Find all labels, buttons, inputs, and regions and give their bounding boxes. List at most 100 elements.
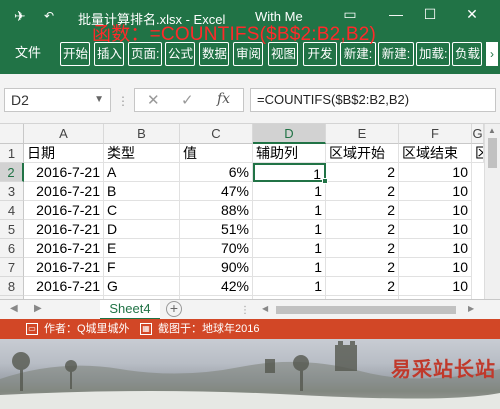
table-cell[interactable]: D xyxy=(104,220,180,239)
maximize-icon[interactable]: ☐ xyxy=(420,6,440,23)
table-cell[interactable]: 2 xyxy=(326,239,399,258)
split-handle-icon[interactable]: ⋮ xyxy=(240,305,250,316)
row-header[interactable]: 2 xyxy=(0,163,24,182)
table-cell[interactable]: 2 xyxy=(326,220,399,239)
table-cell[interactable]: 10 xyxy=(399,182,472,201)
vertical-scrollbar[interactable]: ▲ xyxy=(484,124,500,299)
formula-buttons: ✕ ✓ fx xyxy=(134,88,244,112)
minimize-icon[interactable]: — xyxy=(386,6,406,22)
table-cell[interactable]: 2 xyxy=(326,201,399,220)
separator-icon[interactable]: ⋮ xyxy=(117,94,129,108)
table-cell[interactable]: 2016-7-21 xyxy=(24,220,104,239)
cancel-icon[interactable]: ✕ xyxy=(147,91,160,109)
table-cell[interactable]: 1 xyxy=(253,220,326,239)
table-cell[interactable]: 10 xyxy=(399,277,472,296)
horizontal-scroll-thumb[interactable] xyxy=(276,306,456,314)
column-header[interactable]: G xyxy=(472,124,484,144)
table-cell[interactable]: 辅助列 xyxy=(253,144,326,163)
scroll-left-icon[interactable]: ◀ xyxy=(262,304,268,313)
table-cell[interactable]: 2 xyxy=(326,163,399,182)
table-cell[interactable]: 10 xyxy=(399,239,472,258)
tab-load[interactable]: 负载: xyxy=(452,42,482,66)
row-header[interactable]: 8 xyxy=(0,277,24,296)
table-cell[interactable]: F xyxy=(104,258,180,277)
close-icon[interactable]: ✕ xyxy=(462,6,482,23)
scroll-thumb[interactable] xyxy=(488,138,497,168)
formula-input[interactable]: =COUNTIFS($B$2:B2,B2) xyxy=(250,88,496,112)
row-header[interactable]: 1 xyxy=(0,144,24,163)
table-cell[interactable]: 1 xyxy=(253,239,326,258)
capture-label: 截图于：地球年2016 xyxy=(158,323,260,335)
table-cell[interactable]: 区域结束 xyxy=(399,144,472,163)
table-cell[interactable]: 2016-7-21 xyxy=(24,201,104,220)
row-header[interactable]: 3 xyxy=(0,182,24,201)
formula-bar-area: D2 ▼ ⋮ ✕ ✓ fx =COUNTIFS($B$2:B2,B2) xyxy=(0,74,500,124)
row-header[interactable]: 4 xyxy=(0,201,24,220)
scroll-up-icon[interactable]: ▲ xyxy=(488,126,496,135)
scroll-right-icon[interactable]: ▶ xyxy=(468,304,474,313)
column-header-selected[interactable]: D xyxy=(253,124,326,144)
table-cell[interactable]: G xyxy=(104,277,180,296)
select-all-corner[interactable] xyxy=(0,124,24,144)
table-cell[interactable]: B xyxy=(104,182,180,201)
enter-icon[interactable]: ✓ xyxy=(181,91,194,109)
row-header[interactable]: 6 xyxy=(0,239,24,258)
table-cell[interactable]: C xyxy=(104,201,180,220)
tab-new-2[interactable]: 新建: xyxy=(378,42,414,66)
formula-annotation: 函数：=COUNTIFS($B$2:B2,B2) xyxy=(92,24,377,45)
table-cell[interactable]: A xyxy=(104,163,180,182)
column-header[interactable]: F xyxy=(399,124,472,144)
chevron-right-icon[interactable]: › xyxy=(486,42,498,66)
column-header[interactable]: B xyxy=(104,124,180,144)
table-cell[interactable]: 2 xyxy=(326,258,399,277)
table-cell[interactable]: 51% xyxy=(180,220,253,239)
fill-handle[interactable] xyxy=(322,178,328,184)
table-cell[interactable]: 6% xyxy=(180,163,253,182)
table-cell[interactable]: 2016-7-21 xyxy=(24,258,104,277)
table-cell[interactable]: E xyxy=(104,239,180,258)
quick-access-icon[interactable]: ✈ xyxy=(14,8,26,25)
table-cell[interactable]: 47% xyxy=(180,182,253,201)
row-header[interactable]: 5 xyxy=(0,220,24,239)
table-cell[interactable]: 2016-7-21 xyxy=(24,277,104,296)
add-sheet-button[interactable]: + xyxy=(166,301,182,317)
table-cell[interactable]: 1 xyxy=(253,258,326,277)
table-cell[interactable]: 42% xyxy=(180,277,253,296)
table-cell[interactable]: 日期 xyxy=(24,144,104,163)
table-cell[interactable]: 10 xyxy=(399,258,472,277)
table-cell[interactable]: 1 xyxy=(253,182,326,201)
table-cell[interactable]: 10 xyxy=(399,201,472,220)
tab-home[interactable]: 开始 xyxy=(60,42,90,66)
table-cell[interactable]: 10 xyxy=(399,220,472,239)
table-cell[interactable]: 2 xyxy=(326,182,399,201)
sheet-prev-icon[interactable]: ◀ xyxy=(10,303,18,314)
active-cell[interactable]: 1 xyxy=(253,163,326,182)
table-cell[interactable]: 2016-7-21 xyxy=(24,182,104,201)
table-cell[interactable]: 2 xyxy=(326,277,399,296)
chevron-down-icon[interactable]: ▼ xyxy=(94,89,104,111)
undo-icon[interactable]: ↶ xyxy=(44,9,54,23)
table-cell[interactable]: 区 xyxy=(472,144,484,163)
row-header[interactable]: 7 xyxy=(0,258,24,277)
sheet-tab-active[interactable]: Sheet4 xyxy=(100,300,160,320)
table-cell[interactable]: 区域开始 xyxy=(326,144,399,163)
insert-function-icon[interactable]: fx xyxy=(217,91,230,107)
table-cell[interactable]: 2016-7-21 xyxy=(24,163,104,182)
table-cell[interactable]: 88% xyxy=(180,201,253,220)
monitor-icon: ▭ xyxy=(26,323,38,335)
table-cell[interactable]: 1 xyxy=(253,277,326,296)
column-header[interactable]: A xyxy=(24,124,104,144)
table-cell[interactable]: 70% xyxy=(180,239,253,258)
table-cell[interactable]: 90% xyxy=(180,258,253,277)
tab-file[interactable]: 文件 xyxy=(12,42,44,66)
column-header[interactable]: E xyxy=(326,124,399,144)
table-cell[interactable]: 10 xyxy=(399,163,472,182)
column-header[interactable]: C xyxy=(180,124,253,144)
table-cell[interactable]: 类型 xyxy=(104,144,180,163)
tab-addins[interactable]: 加载: xyxy=(416,42,450,66)
name-box[interactable]: D2 ▼ xyxy=(4,88,111,112)
table-cell[interactable]: 1 xyxy=(253,201,326,220)
table-cell[interactable]: 值 xyxy=(180,144,253,163)
sheet-next-icon[interactable]: ▶ xyxy=(34,303,42,314)
table-cell[interactable]: 2016-7-21 xyxy=(24,239,104,258)
